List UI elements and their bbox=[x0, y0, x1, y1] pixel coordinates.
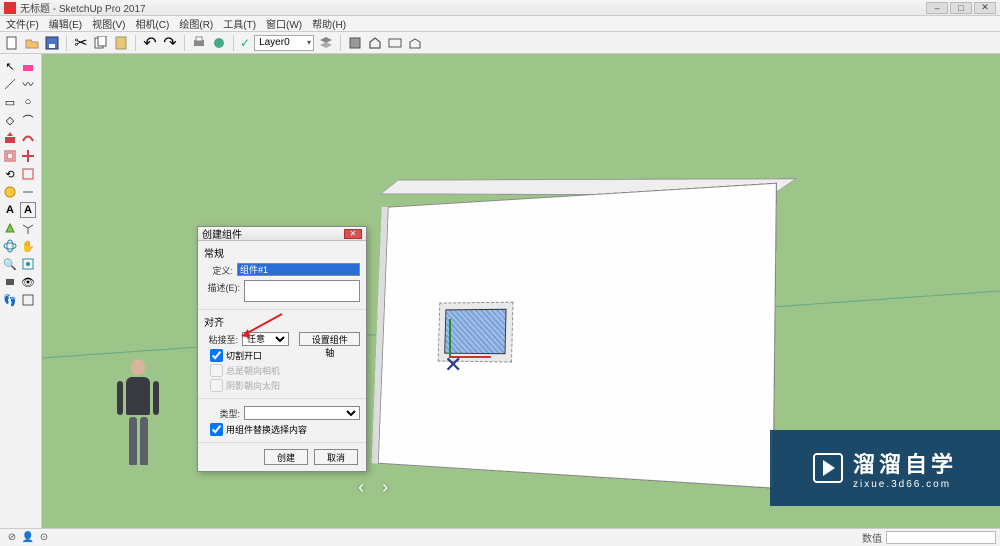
select-tool-icon[interactable]: ↖ bbox=[2, 58, 18, 74]
walk-tool-icon[interactable]: 👣 bbox=[2, 292, 18, 308]
menu-tools[interactable]: 工具(T) bbox=[223, 16, 256, 31]
play-icon bbox=[813, 453, 843, 483]
status-value-box[interactable] bbox=[886, 531, 996, 544]
warehouse-icon[interactable] bbox=[407, 35, 423, 51]
tape-tool-icon[interactable] bbox=[2, 184, 18, 200]
menu-draw[interactable]: 绘图(R) bbox=[179, 16, 213, 31]
status-bar: ⊘ 👤 ⊙ 数值 bbox=[0, 528, 1000, 546]
set-axes-button[interactable]: 设置组件轴 bbox=[299, 332, 360, 346]
status-user-icon[interactable]: 👤 bbox=[20, 530, 36, 546]
label-description: 描述(E): bbox=[204, 280, 240, 294]
watermark-title: 溜溜自学 bbox=[853, 447, 957, 479]
text-tool-icon[interactable]: A bbox=[2, 202, 18, 218]
menu-window[interactable]: 窗口(W) bbox=[266, 16, 302, 31]
glue-select[interactable]: 任意 bbox=[242, 332, 289, 346]
window-minimize-button[interactable]: – bbox=[926, 2, 948, 14]
rotate-tool-icon[interactable]: ⟲ bbox=[2, 166, 18, 182]
window-close-button[interactable]: ✕ bbox=[974, 2, 996, 14]
menu-view[interactable]: 视图(V) bbox=[92, 16, 125, 31]
shadow-sun-checkbox: 阴影朝向太阳 bbox=[210, 379, 360, 392]
definition-input[interactable] bbox=[237, 263, 360, 276]
scale-tool-icon[interactable] bbox=[20, 166, 36, 182]
label-glue: 粘接至: bbox=[204, 332, 238, 346]
paste-icon[interactable] bbox=[113, 35, 129, 51]
line-tool-icon[interactable]: ／ bbox=[2, 76, 18, 92]
layer-manager-icon[interactable] bbox=[318, 35, 334, 51]
model-info-icon[interactable] bbox=[211, 35, 227, 51]
dialog-section-align: 对齐 bbox=[204, 314, 360, 329]
position-camera-icon[interactable] bbox=[2, 274, 18, 290]
window-maximize-button[interactable]: □ bbox=[950, 2, 972, 14]
paint-tool-icon[interactable] bbox=[2, 220, 18, 236]
axis-origin-marker: ✕ bbox=[444, 352, 462, 378]
save-file-icon[interactable] bbox=[44, 35, 60, 51]
face-camera-checkbox: 总是朝向相机 bbox=[210, 364, 360, 377]
open-file-icon[interactable] bbox=[24, 35, 40, 51]
watermark-url: zixue.3d66.com bbox=[853, 479, 957, 490]
window-title: 无标题 - SketchUp Pro 2017 bbox=[20, 0, 146, 15]
look-around-icon[interactable]: 👁 bbox=[20, 274, 36, 290]
redo-icon[interactable]: ↷ bbox=[162, 35, 178, 51]
copy-icon[interactable] bbox=[93, 35, 109, 51]
zoom-tool-icon[interactable]: 🔍 bbox=[2, 256, 18, 272]
status-credit-icon[interactable]: ⊙ bbox=[36, 530, 52, 546]
description-input[interactable] bbox=[244, 280, 360, 302]
scale-figure bbox=[117, 359, 159, 469]
app-logo-icon bbox=[4, 2, 16, 14]
polygon-tool-icon[interactable]: ◇ bbox=[2, 112, 18, 128]
section-tool-icon[interactable] bbox=[20, 292, 36, 308]
replace-selection-checkbox[interactable]: 用组件替换选择内容 bbox=[210, 423, 360, 436]
status-value-label: 数值 bbox=[862, 530, 882, 545]
top-toolbar: ✂ ↶ ↷ ✓ Layer0 bbox=[0, 32, 1000, 54]
create-button[interactable]: 创建 bbox=[264, 449, 308, 465]
scenes-icon[interactable] bbox=[387, 35, 403, 51]
arc-tool-icon[interactable]: ⌒ bbox=[20, 112, 36, 128]
pushpull-tool-icon[interactable] bbox=[2, 130, 18, 146]
menu-camera[interactable]: 相机(C) bbox=[135, 16, 169, 31]
watermark: 溜溜自学 zixue.3d66.com bbox=[770, 430, 1000, 506]
label-definition: 定义: bbox=[204, 263, 233, 277]
freehand-tool-icon[interactable]: 〰 bbox=[20, 76, 36, 92]
window-titlebar: 无标题 - SketchUp Pro 2017 – □ ✕ bbox=[0, 0, 1000, 16]
create-component-dialog: 创建组件 ✕ 常规 定义: 描述(E): 对齐 bbox=[197, 226, 367, 472]
cut-opening-checkbox[interactable]: 切割开口 bbox=[210, 349, 360, 362]
orbit-tool-icon[interactable] bbox=[2, 238, 18, 254]
dialog-section-general: 常规 bbox=[204, 245, 360, 260]
new-file-icon[interactable] bbox=[4, 35, 20, 51]
pager-prev-icon[interactable]: ‹ bbox=[358, 477, 364, 498]
side-toolbar: ↖ ／〰 ▭○ ◇⌒ ⟲ AA ✋ 🔍 👁 👣 bbox=[0, 54, 42, 528]
followme-tool-icon[interactable] bbox=[20, 130, 36, 146]
rectangle-tool-icon[interactable]: ▭ bbox=[2, 94, 18, 110]
axes-tool-icon[interactable] bbox=[20, 220, 36, 236]
print-icon[interactable] bbox=[191, 35, 207, 51]
pager-next-icon[interactable]: › bbox=[382, 477, 388, 498]
layer-visible-icon[interactable]: ✓ bbox=[240, 36, 250, 50]
window-cutout bbox=[444, 309, 506, 355]
undo-icon[interactable]: ↶ bbox=[142, 35, 158, 51]
cut-icon[interactable]: ✂ bbox=[73, 35, 89, 51]
model-viewport[interactable]: ✕ 创建组件 ✕ 常规 定义: bbox=[42, 54, 1000, 528]
dialog-title: 创建组件 bbox=[202, 226, 242, 241]
eraser-tool-icon[interactable] bbox=[20, 58, 36, 74]
pan-tool-icon[interactable]: ✋ bbox=[20, 238, 36, 254]
menu-bar: 文件(F) 编辑(E) 视图(V) 相机(C) 绘图(R) 工具(T) 窗口(W… bbox=[0, 16, 1000, 32]
dimension-tool-icon[interactable] bbox=[20, 184, 36, 200]
menu-file[interactable]: 文件(F) bbox=[6, 16, 39, 31]
home-icon[interactable] bbox=[367, 35, 383, 51]
gallery-pager: ‹ › bbox=[358, 477, 388, 498]
offset-tool-icon[interactable] bbox=[2, 148, 18, 164]
dialog-close-button[interactable]: ✕ bbox=[344, 229, 362, 239]
cancel-button[interactable]: 取消 bbox=[314, 449, 358, 465]
menu-edit[interactable]: 编辑(E) bbox=[49, 16, 82, 31]
move-tool-icon[interactable] bbox=[20, 148, 36, 164]
3dtext-tool-icon[interactable]: A bbox=[20, 202, 36, 218]
menu-help[interactable]: 帮助(H) bbox=[312, 16, 346, 31]
circle-tool-icon[interactable]: ○ bbox=[20, 94, 36, 110]
zoomextents-tool-icon[interactable] bbox=[20, 256, 36, 272]
components-icon[interactable] bbox=[347, 35, 363, 51]
label-type: 类型: bbox=[204, 406, 240, 420]
type-select[interactable] bbox=[244, 406, 360, 420]
layer-selector[interactable]: Layer0 bbox=[254, 35, 314, 51]
status-geo-icon[interactable]: ⊘ bbox=[4, 530, 20, 546]
